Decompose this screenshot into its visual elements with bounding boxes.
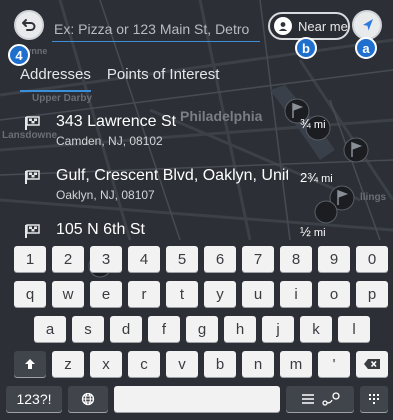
key-u[interactable]: u: [242, 281, 274, 307]
key-4[interactable]: 4: [128, 246, 160, 272]
callout-marker-navigate: a: [355, 37, 377, 59]
distance-unit: mi: [313, 227, 326, 239]
result-title: 343 Lawrence St: [56, 113, 177, 130]
grid-icon: [369, 394, 379, 404]
symbols-key[interactable]: 123?!: [6, 386, 62, 412]
key-b[interactable]: b: [204, 351, 236, 377]
callout-marker-back: 4: [8, 44, 30, 66]
key-apostrophe[interactable]: ': [318, 351, 350, 377]
distance-value: 2¾: [300, 170, 319, 185]
key-x[interactable]: x: [90, 351, 122, 377]
key-5[interactable]: 5: [166, 246, 198, 272]
key-v[interactable]: v: [166, 351, 198, 377]
distance-unit: mi: [313, 119, 326, 131]
key-a[interactable]: a: [34, 316, 66, 342]
language-key[interactable]: [68, 386, 108, 412]
checkered-flag-icon: [25, 116, 40, 130]
navigation-arrow-icon: [363, 19, 373, 31]
key-g[interactable]: g: [186, 316, 218, 342]
near-me-button[interactable]: Near me: [268, 12, 350, 40]
list-item[interactable]: Gulf, Crescent Blvd, Oaklyn, United Oakl…: [0, 167, 393, 215]
key-p[interactable]: p: [356, 281, 388, 307]
tab-points-of-interest[interactable]: Points of Interest: [107, 66, 220, 92]
key-w[interactable]: w: [52, 281, 84, 307]
key-f[interactable]: f: [148, 316, 180, 342]
backspace-icon: [364, 359, 380, 369]
key-o[interactable]: o: [318, 281, 350, 307]
key-h[interactable]: h: [224, 316, 256, 342]
key-y[interactable]: y: [204, 281, 236, 307]
key-0[interactable]: 0: [356, 246, 388, 272]
result-subtitle: Oaklyn, NJ, 08107: [56, 188, 155, 202]
near-me-label: Near me: [298, 18, 348, 34]
key-q[interactable]: q: [14, 281, 46, 307]
navigate-button[interactable]: [352, 10, 382, 40]
key-z[interactable]: z: [52, 351, 84, 377]
result-distance: 2¾ mi: [300, 170, 333, 185]
key-s[interactable]: s: [72, 316, 104, 342]
result-title: 105 N 6th St: [56, 221, 145, 238]
keyboard-toggle-key[interactable]: [360, 386, 388, 412]
distance-value: ½: [300, 224, 311, 239]
map-label-upper-darby: Upper Darby: [32, 93, 93, 104]
key-k[interactable]: k: [300, 316, 332, 342]
search-input[interactable]: [52, 16, 260, 42]
result-subtitle: Camden, NJ, 08102: [56, 134, 163, 148]
key-3[interactable]: 3: [90, 246, 122, 272]
on-screen-keyboard: 1 2 3 4 5 6 7 8 9 0 q w e r t y u i o p …: [0, 240, 393, 420]
key-e[interactable]: e: [90, 281, 122, 307]
key-2[interactable]: 2: [52, 246, 84, 272]
checkered-flag-icon: [25, 224, 40, 238]
key-8[interactable]: 8: [280, 246, 312, 272]
shift-arrow-icon: [25, 359, 35, 369]
shift-key[interactable]: [14, 351, 46, 377]
back-arrow-icon: [22, 19, 36, 31]
list-item[interactable]: 343 Lawrence St Camden, NJ, 08102 ¾ mi: [0, 113, 393, 161]
key-d[interactable]: d: [110, 316, 142, 342]
key-i[interactable]: i: [280, 281, 312, 307]
key-n[interactable]: n: [242, 351, 274, 377]
search-bar: Near me: [6, 6, 388, 46]
result-title: Gulf, Crescent Blvd, Oaklyn, United: [56, 167, 288, 184]
space-key[interactable]: [114, 386, 280, 412]
key-7[interactable]: 7: [242, 246, 274, 272]
key-l[interactable]: l: [338, 316, 370, 342]
result-distance: ½ mi: [300, 224, 326, 239]
list-icon: [302, 394, 314, 404]
result-distance: ¾ mi: [300, 116, 326, 131]
key-t[interactable]: t: [166, 281, 198, 307]
callout-marker-near-me: b: [295, 37, 317, 59]
key-1[interactable]: 1: [14, 246, 46, 272]
backspace-key[interactable]: [356, 351, 388, 377]
key-j[interactable]: j: [262, 316, 294, 342]
key-9[interactable]: 9: [318, 246, 350, 272]
distance-unit: mi: [321, 173, 333, 185]
search-tabs: Addresses Points of Interest: [20, 66, 235, 92]
key-r[interactable]: r: [128, 281, 160, 307]
key-6[interactable]: 6: [204, 246, 236, 272]
tab-addresses[interactable]: Addresses: [20, 66, 91, 92]
route-icon: [322, 392, 340, 406]
list-route-key[interactable]: [286, 386, 354, 412]
location-pin-icon: [274, 17, 292, 35]
key-c[interactable]: c: [128, 351, 160, 377]
checkered-flag-icon: [25, 170, 40, 184]
distance-value: ¾: [300, 116, 311, 131]
key-m[interactable]: m: [280, 351, 312, 377]
back-button[interactable]: [14, 10, 44, 40]
globe-icon: [81, 392, 95, 406]
